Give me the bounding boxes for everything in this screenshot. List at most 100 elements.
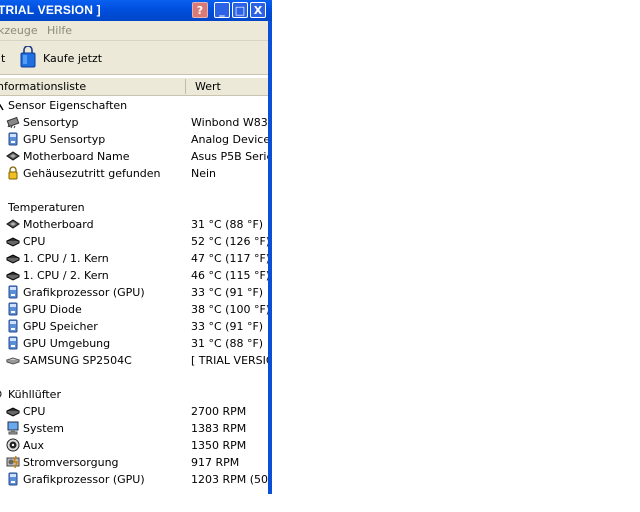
menu-werkzeuge[interactable]: kzeuge (0, 24, 38, 37)
item-label: GPU Sensortyp (23, 133, 106, 146)
list-item[interactable]: GPU Speicher 33 °C (91 °F) (0, 318, 268, 335)
column-header-field[interactable]: nformationsliste (0, 80, 86, 93)
menu-hilfe[interactable]: Hilfe (47, 24, 72, 37)
column-header-value[interactable]: Wert (195, 80, 221, 93)
section-title: Kühllüfter (8, 388, 61, 401)
item-value: 1350 RPM (191, 439, 247, 452)
window-title: TRIAL VERSION ] (0, 3, 101, 17)
list-item[interactable]: GPU Umgebung 31 °C (88 °F) (0, 335, 268, 352)
gpu-icon (6, 285, 20, 299)
harddisk-icon (6, 353, 20, 367)
title-bar[interactable]: TRIAL VERSION ] ? _ □ X (0, 0, 272, 21)
chip-icon (6, 115, 20, 129)
item-label: 1. CPU / 2. Kern (23, 269, 109, 282)
section-header[interactable]: Temperaturen (0, 199, 268, 216)
item-label: GPU Speicher (23, 320, 98, 333)
item-label: Grafikprozessor (GPU) (23, 286, 145, 299)
toolbar: t Kaufe jetzt (0, 41, 272, 75)
item-label: 1. CPU / 1. Kern (23, 252, 109, 265)
item-value: 1203 RPM (50%) (191, 473, 268, 486)
item-label: Sensortyp (23, 116, 79, 129)
list-item[interactable]: Grafikprozessor (GPU) 33 °C (91 °F) (0, 284, 268, 301)
buy-button-label: Kaufe jetzt (43, 52, 103, 65)
minimize-icon: _ (219, 3, 225, 17)
help-button[interactable]: ? (192, 2, 208, 18)
list-item[interactable]: System 1383 RPM (0, 420, 268, 437)
window-border (268, 21, 272, 494)
buy-button[interactable]: Kaufe jetzt (18, 45, 102, 70)
section-title: Sensor Eigenschaften (8, 99, 128, 112)
cpu-icon (6, 268, 20, 282)
list-item[interactable]: Aux 1350 RPM (0, 437, 268, 454)
computer-icon (6, 421, 20, 435)
list-item[interactable]: CPU 2700 RPM (0, 403, 268, 420)
item-value: Nein (191, 167, 217, 180)
item-label: Stromversorgung (23, 456, 119, 469)
maximize-icon: □ (234, 3, 246, 17)
list-item[interactable]: Gehäusezutritt gefunden Nein (0, 165, 268, 182)
cpu-icon (6, 234, 20, 248)
list-item[interactable]: GPU Sensortyp Analog Devices (0, 131, 268, 148)
item-label: Motherboard Name (23, 150, 130, 163)
minimize-button[interactable]: _ (214, 2, 230, 18)
gpu-icon (6, 336, 20, 350)
list-item[interactable]: GPU Diode 38 °C (100 °F) (0, 301, 268, 318)
list-item[interactable]: Sensortyp Winbond W83627DHG (0, 114, 268, 131)
item-label: Aux (23, 439, 45, 452)
item-value: 46 °C (115 °F) (191, 269, 268, 282)
item-value: 33 °C (91 °F) (191, 286, 264, 299)
section-title: Temperaturen (8, 201, 85, 214)
list-item[interactable]: 1. CPU / 2. Kern 46 °C (115 °F) (0, 267, 268, 284)
list-item[interactable]: 1. CPU / 1. Kern 47 °C (117 °F) (0, 250, 268, 267)
cpu-icon (6, 251, 20, 265)
gpu-icon (6, 472, 20, 486)
help-button-label: ? (196, 3, 204, 17)
list-item[interactable]: Stromversorgung 917 RPM (0, 454, 268, 471)
section-header[interactable]: Kühllüfter (0, 386, 268, 403)
item-value: Winbond W83627DHG (191, 116, 268, 129)
list-item[interactable]: Grafikprozessor (GPU) 1203 RPM (50%) (0, 471, 268, 488)
maximize-button[interactable]: □ (232, 2, 248, 18)
lock-icon (6, 166, 20, 180)
motherboard-icon (6, 149, 20, 163)
item-label: CPU (23, 235, 46, 248)
list-item[interactable]: CPU 52 °C (126 °F) (0, 233, 268, 250)
list-item[interactable]: Motherboard 31 °C (88 °F) (0, 216, 268, 233)
item-value: 31 °C (88 °F) (191, 218, 264, 231)
item-label: Gehäusezutritt gefunden (23, 167, 161, 180)
information-list: Sensor Eigenschaften Sensortyp Winbond W83… (0, 96, 268, 494)
shopping-bag-icon (20, 46, 36, 68)
item-value: 917 RPM (191, 456, 240, 469)
item-label: Grafikprozessor (GPU) (23, 473, 145, 486)
item-label: SAMSUNG SP2504C (23, 354, 132, 367)
item-label: GPU Umgebung (23, 337, 111, 350)
item-label: System (23, 422, 65, 435)
gpu-icon (6, 319, 20, 333)
item-value: Asus P5B Series (191, 150, 268, 163)
item-value: [ TRIAL VERSION ] (191, 354, 268, 367)
item-value: 38 °C (100 °F) (191, 303, 268, 316)
power-supply-icon (6, 455, 20, 469)
gpu-icon (6, 302, 20, 316)
fan-icon (6, 438, 20, 452)
item-value: 33 °C (91 °F) (191, 320, 264, 333)
close-button[interactable]: X (250, 2, 266, 18)
item-label: GPU Diode (23, 303, 82, 316)
item-value: 47 °C (117 °F) (191, 252, 268, 265)
app-window: TRIAL VERSION ] ? _ □ X kzeuge Hilfe t K… (0, 0, 272, 494)
item-label: CPU (23, 405, 46, 418)
section-header[interactable]: Sensor Eigenschaften (0, 97, 268, 114)
item-value: 2700 RPM (191, 405, 247, 418)
close-icon: X (253, 3, 263, 17)
motherboard-icon (6, 217, 20, 231)
item-value: 31 °C (88 °F) (191, 337, 264, 350)
list-header: nformationsliste Wert (0, 78, 268, 96)
column-divider[interactable] (185, 79, 186, 94)
list-item[interactable]: Motherboard Name Asus P5B Series (0, 148, 268, 165)
list-item[interactable]: SAMSUNG SP2504C [ TRIAL VERSION ] (0, 352, 268, 369)
toolbar-button-partial[interactable]: t (1, 52, 5, 65)
item-value: 52 °C (126 °F) (191, 235, 268, 248)
cpu-icon (6, 404, 20, 418)
item-label: Motherboard (23, 218, 94, 231)
item-value: Analog Devices (191, 133, 268, 146)
